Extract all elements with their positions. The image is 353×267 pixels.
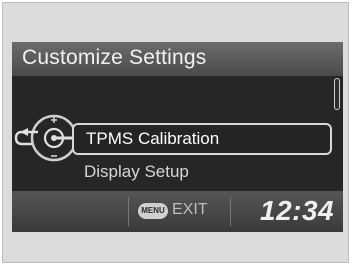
exit-label: EXIT	[172, 201, 208, 218]
menu-item-display-setup[interactable]: Display Setup	[84, 162, 189, 182]
scrollbar[interactable]	[334, 78, 340, 186]
display-screen: Customize Settings TPMS Calibration Disp…	[12, 42, 343, 232]
back-arrow-icon	[14, 128, 38, 146]
divider	[128, 197, 129, 226]
scrollbar-thumb[interactable]	[334, 78, 340, 110]
page-title: Customize Settings	[22, 46, 207, 69]
title-bar: Customize Settings	[12, 42, 343, 76]
bottom-bar: MENU EXIT 12:34	[12, 191, 343, 232]
menu-button-icon[interactable]: MENU	[138, 203, 168, 219]
divider	[230, 197, 231, 226]
menu-item-label: TPMS Calibration	[86, 129, 220, 148]
menu-item-tpms-calibration[interactable]: TPMS Calibration	[72, 123, 332, 155]
menu-area: TPMS Calibration Display Setup	[12, 76, 343, 206]
clock: 12:34	[260, 195, 335, 226]
